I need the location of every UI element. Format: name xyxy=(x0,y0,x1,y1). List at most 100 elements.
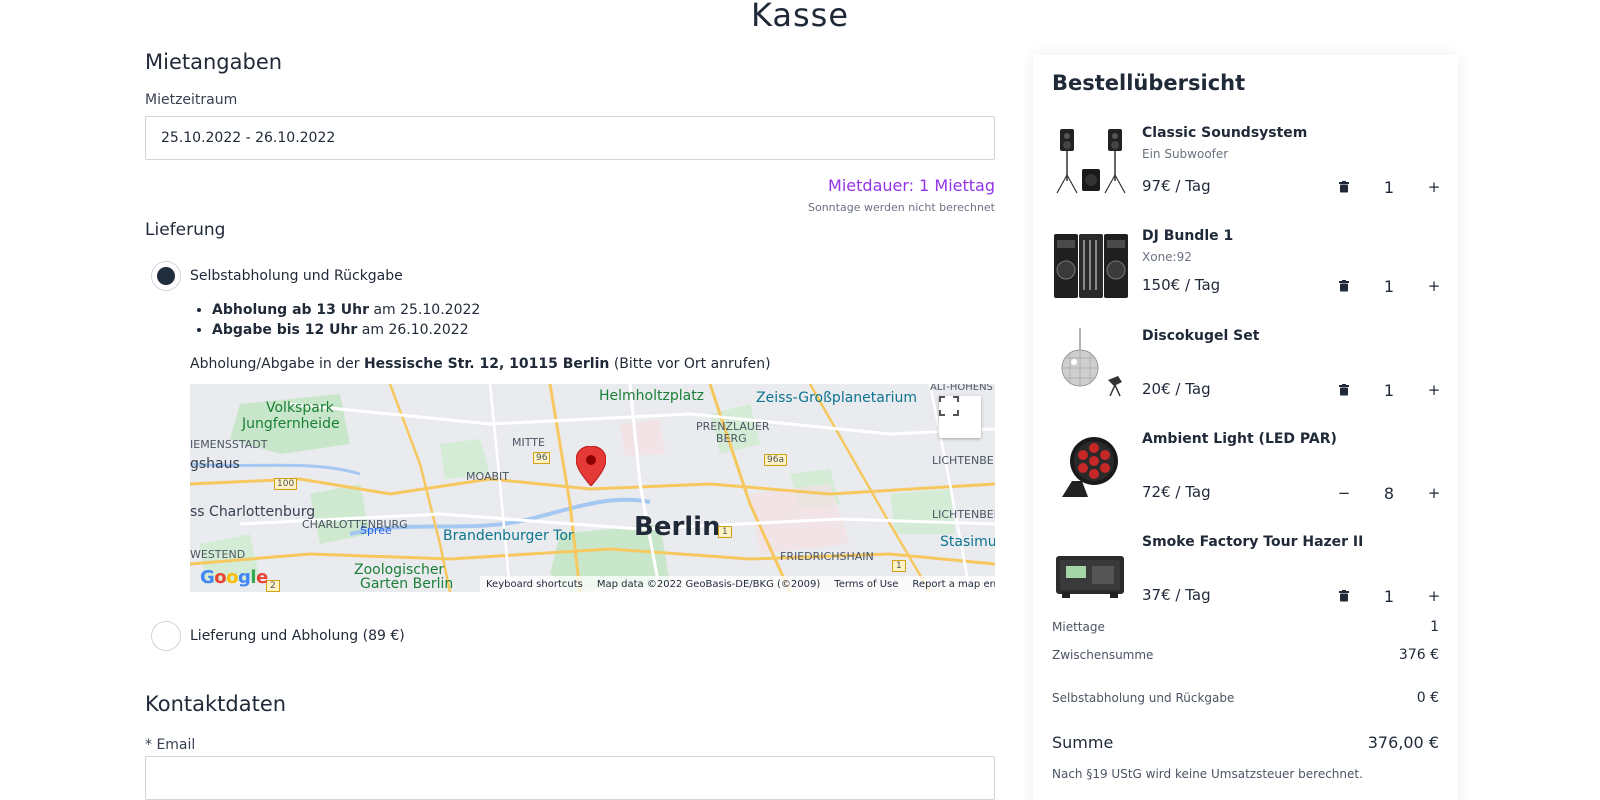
map-label-volkspark: Volkspark xyxy=(266,400,334,416)
order-summary: Bestellübersicht Classic Soundsystem Ein… xyxy=(1033,55,1458,800)
shipping-row: Selbstabholung und Rückgabe 0 € xyxy=(1052,690,1439,706)
map-label-ghaus: gshaus xyxy=(190,456,240,472)
pickup-details: Abholung ab 13 Uhr am 25.10.2022 Abgabe … xyxy=(190,302,480,342)
rental-days-value: 1 xyxy=(1430,619,1439,635)
shipping-label: Selbstabholung und Rückgabe xyxy=(1052,691,1235,705)
item-name: Ambient Light (LED PAR) xyxy=(1142,431,1337,447)
item-variant: Xone:92 xyxy=(1142,250,1192,264)
map-label-siemensstadt: IEMENSSTADT xyxy=(190,438,268,451)
report-map-error-link[interactable]: Report a map error xyxy=(912,579,995,590)
item-name: Smoke Factory Tour Hazer II xyxy=(1142,534,1364,550)
delivery-heading: Lieferung xyxy=(145,220,226,240)
cart-item: Smoke Factory Tour Hazer II 37€ / Tag 1 … xyxy=(1052,534,1442,624)
map-label-zeiss: Zeiss-Großplanetarium xyxy=(756,390,917,406)
quantity-stepper: 1 + xyxy=(1334,584,1444,608)
quantity-value: 1 xyxy=(1383,276,1395,296)
return-time: Abgabe bis 12 Uhr am 26.10.2022 xyxy=(212,322,480,338)
period-label: Mietzeitraum xyxy=(145,92,238,108)
map-label-stasimu: Stasimu xyxy=(940,534,995,550)
plus-icon[interactable]: + xyxy=(1424,586,1444,606)
quantity-stepper: 1 + xyxy=(1334,378,1444,402)
rental-heading: Mietangaben xyxy=(145,50,283,74)
keyboard-shortcuts-link[interactable]: Keyboard shortcuts xyxy=(486,579,583,590)
cart-item: Classic Soundsystem Ein Subwoofer 97€ / … xyxy=(1052,125,1442,215)
map-label-lichtenberg-2: LICHTENBER xyxy=(932,508,995,521)
map-label-berlin: Berlin xyxy=(634,512,721,542)
fullscreen-icon xyxy=(939,396,959,416)
contact-heading: Kontaktdaten xyxy=(145,692,287,716)
tax-note: Nach §19 UStG wird keine Umsatzsteuer be… xyxy=(1052,767,1363,781)
map-fullscreen-button[interactable] xyxy=(939,396,981,438)
pickup-radio[interactable] xyxy=(151,261,181,291)
summary-title: Bestellübersicht xyxy=(1052,71,1246,95)
sum-row: Summe 376,00 € xyxy=(1052,733,1439,752)
item-price: 20€ / Tag xyxy=(1142,380,1211,398)
rental-days-label: Miettage xyxy=(1052,620,1105,634)
map-label-charlottenburg: CHARLOTTENBURG xyxy=(302,518,408,531)
rental-period-input[interactable]: 25.10.2022 - 26.10.2022 xyxy=(145,116,995,160)
sum-label: Summe xyxy=(1052,733,1114,752)
map-label-brandenburger-tor: Brandenburger Tor xyxy=(443,528,574,544)
map-label-charlottenburg-castle: ss Charlottenburg xyxy=(190,504,316,520)
plus-icon[interactable]: + xyxy=(1424,380,1444,400)
item-name: DJ Bundle 1 xyxy=(1142,228,1234,244)
map-data-attribution: Map data ©2022 GeoBasis-DE/BKG (©2009) xyxy=(596,578,821,590)
subtotal-row: Zwischensumme 376 € xyxy=(1052,647,1439,663)
road-shield-2: 2 xyxy=(266,580,280,592)
map-label-mitte: MITTE xyxy=(512,436,545,449)
pickup-map[interactable]: Berlin Helmholtzplatz Zeiss-Großplanetar… xyxy=(190,384,995,592)
quantity-stepper: 1 + xyxy=(1334,175,1444,199)
trash-icon[interactable] xyxy=(1334,380,1354,400)
map-label-jungfernheide: Jungfernheide xyxy=(242,416,340,432)
cart-item: Ambient Light (LED PAR) 72€ / Tag − 8 + xyxy=(1052,431,1442,521)
quantity-value: 1 xyxy=(1383,380,1395,400)
trash-icon[interactable] xyxy=(1334,177,1354,197)
map-label-lichtenberg-1: LICHTENBE xyxy=(932,454,994,467)
quantity-value: 8 xyxy=(1383,483,1395,503)
terms-of-use-link[interactable]: Terms of Use xyxy=(834,579,898,590)
delivery-radio-label[interactable]: Lieferung und Abholung (89 €) xyxy=(190,628,405,644)
map-footer: Keyboard shortcuts Map data ©2022 GeoBas… xyxy=(480,576,995,592)
email-label: * Email xyxy=(145,737,196,753)
shipping-value: 0 € xyxy=(1416,690,1439,706)
trash-icon[interactable] xyxy=(1334,276,1354,296)
map-label-westend: WESTEND xyxy=(190,548,246,561)
email-field[interactable] xyxy=(145,756,995,800)
google-logo: Google xyxy=(200,567,268,588)
quantity-value: 1 xyxy=(1383,586,1395,606)
minus-icon[interactable]: − xyxy=(1334,483,1354,503)
led-par-image xyxy=(1062,437,1118,497)
item-price: 97€ / Tag xyxy=(1142,177,1211,195)
subtotal-value: 376 € xyxy=(1398,647,1439,663)
subtotal-label: Zwischensumme xyxy=(1052,648,1154,662)
item-name: Discokugel Set xyxy=(1142,328,1260,344)
map-label-helmholtzplatz: Helmholtzplatz xyxy=(599,388,705,404)
sum-value: 376,00 € xyxy=(1367,733,1439,752)
quantity-value: 1 xyxy=(1383,177,1395,197)
cart-item: DJ Bundle 1 Xone:92 150€ / Tag 1 + xyxy=(1052,228,1442,318)
pickup-radio-label[interactable]: Selbstabholung und Rückgabe xyxy=(190,268,403,284)
dj-bundle-image xyxy=(1054,234,1128,298)
soundsystem-image xyxy=(1056,129,1126,194)
trash-icon[interactable] xyxy=(1334,586,1354,606)
item-price: 72€ / Tag xyxy=(1142,483,1211,501)
delivery-radio[interactable] xyxy=(151,621,181,651)
road-shield-1b: 1 xyxy=(892,560,906,572)
quantity-stepper: − 8 + xyxy=(1334,481,1444,505)
road-shield-100: 100 xyxy=(274,478,298,490)
plus-icon[interactable]: + xyxy=(1424,276,1444,296)
rental-days-row: Miettage 1 xyxy=(1052,619,1439,635)
map-label-berg: BERG xyxy=(716,432,747,445)
cart-item: Discokugel Set 20€ / Tag 1 + xyxy=(1052,328,1442,418)
road-shield-96a: 96a xyxy=(764,454,787,466)
map-label-alt-hohens: ALT-HOHENS xyxy=(930,384,993,393)
road-shield-96: 96 xyxy=(533,452,551,464)
plus-icon[interactable]: + xyxy=(1424,177,1444,197)
plus-icon[interactable]: + xyxy=(1424,483,1444,503)
item-price: 37€ / Tag xyxy=(1142,586,1211,604)
item-variant: Ein Subwoofer xyxy=(1142,147,1229,161)
map-label-moabit: MOABIT xyxy=(466,470,509,483)
hazer-image xyxy=(1056,556,1124,598)
rental-duration: Mietdauer: 1 Miettag xyxy=(828,176,995,195)
sunday-note: Sonntage werden nicht berechnet xyxy=(808,201,995,214)
